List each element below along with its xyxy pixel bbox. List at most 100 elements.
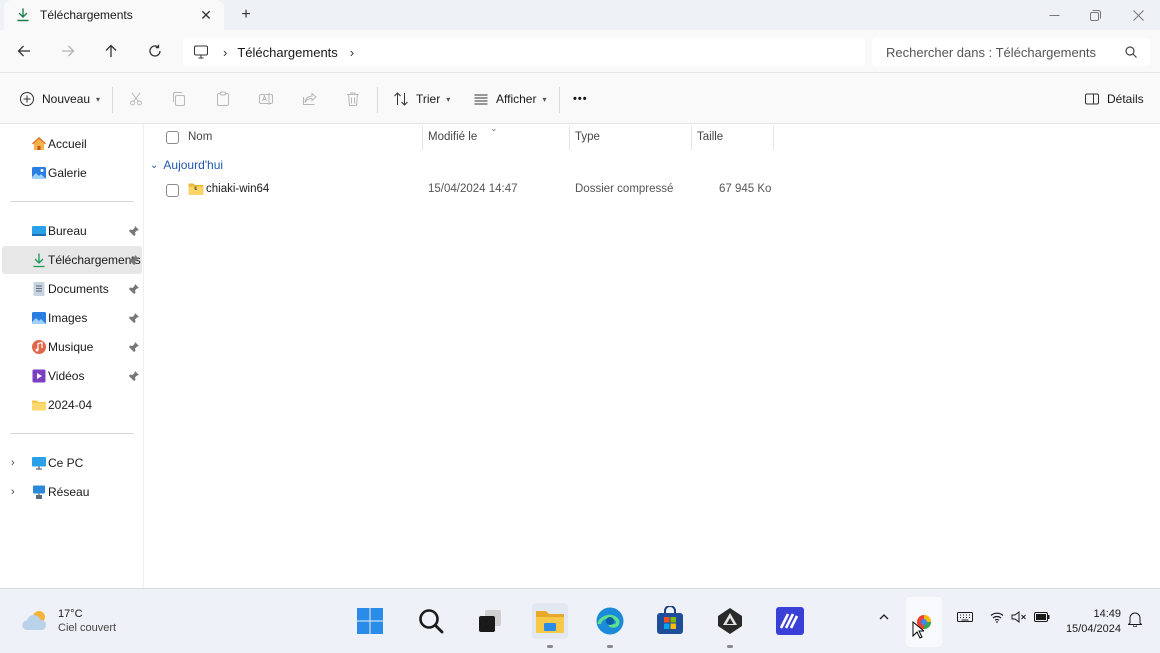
chevron-down-icon: ▾ bbox=[96, 94, 101, 104]
view-button[interactable]: Afficher ▾ bbox=[472, 85, 546, 113]
close-button[interactable] bbox=[1116, 0, 1160, 30]
share-button[interactable] bbox=[298, 87, 322, 111]
sort-button[interactable]: Trier ▾ bbox=[392, 85, 450, 113]
quick-settings-button[interactable] bbox=[990, 611, 1050, 623]
sidebar-item-videos[interactable]: Vidéos bbox=[2, 362, 142, 390]
column-header-type[interactable]: Type bbox=[575, 124, 600, 150]
refresh-icon bbox=[149, 44, 161, 57]
sidebar-item-label: Vidéos bbox=[48, 369, 85, 383]
column-divider[interactable] bbox=[691, 126, 692, 150]
taskbar-app-blue[interactable] bbox=[772, 603, 808, 639]
download-icon bbox=[16, 8, 30, 22]
pin-icon[interactable] bbox=[128, 254, 140, 266]
refresh-button[interactable] bbox=[141, 38, 169, 64]
group-header-today[interactable]: ⌄ Aujourd'hui bbox=[150, 156, 223, 174]
battery-icon bbox=[1034, 612, 1050, 622]
address-row: › Téléchargements › bbox=[0, 30, 1160, 72]
taskbar-file-explorer[interactable] bbox=[532, 603, 568, 639]
taskbar-search-button[interactable] bbox=[413, 603, 449, 639]
taskbar-app-dark[interactable] bbox=[712, 603, 748, 639]
pin-icon[interactable] bbox=[128, 225, 140, 237]
picture-icon bbox=[31, 310, 47, 326]
chevron-right-icon[interactable]: › bbox=[350, 45, 354, 60]
new-button[interactable]: Nouveau ▾ bbox=[18, 85, 100, 113]
row-checkbox[interactable] bbox=[166, 184, 179, 197]
select-all-checkbox-cell[interactable] bbox=[166, 124, 179, 150]
divider bbox=[559, 87, 560, 113]
clock[interactable]: 14:49 15/04/2024 bbox=[1063, 607, 1121, 637]
sidebar-item-desktop[interactable]: Bureau bbox=[2, 217, 142, 245]
sidebar-item-label: Ce PC bbox=[48, 456, 84, 470]
sidebar-item-network[interactable]: › Réseau bbox=[2, 478, 142, 506]
up-button[interactable] bbox=[97, 38, 125, 64]
music-icon bbox=[31, 339, 47, 355]
chevron-up-icon bbox=[878, 611, 890, 623]
pin-icon[interactable] bbox=[128, 341, 140, 353]
show-hidden-icons-button[interactable] bbox=[876, 611, 892, 623]
paste-button[interactable] bbox=[211, 87, 235, 111]
column-divider[interactable] bbox=[569, 126, 570, 150]
address-bar[interactable]: › Téléchargements › bbox=[183, 38, 865, 66]
column-header-size[interactable]: Taille bbox=[697, 124, 723, 150]
pin-icon[interactable] bbox=[128, 370, 140, 382]
column-divider[interactable] bbox=[773, 126, 774, 150]
tray-app-button[interactable] bbox=[906, 597, 942, 647]
breadcrumb[interactable]: Téléchargements bbox=[237, 45, 337, 60]
edge-icon bbox=[595, 606, 625, 636]
sidebar-item-downloads[interactable]: Téléchargements bbox=[2, 246, 142, 274]
column-divider[interactable] bbox=[422, 126, 423, 150]
more-options-button[interactable]: ••• bbox=[573, 85, 588, 113]
navigation-pane: Accueil Galerie Bureau Téléchargements D… bbox=[0, 124, 144, 588]
pin-icon[interactable] bbox=[128, 283, 140, 295]
chevron-right-icon[interactable]: › bbox=[11, 457, 15, 469]
search-input[interactable] bbox=[886, 44, 1116, 60]
home-icon bbox=[31, 136, 47, 152]
divider bbox=[10, 201, 134, 202]
details-pane-icon bbox=[1083, 90, 1101, 108]
new-label: Nouveau bbox=[42, 92, 91, 106]
search-box[interactable] bbox=[872, 38, 1150, 66]
rename-button[interactable] bbox=[254, 87, 278, 111]
back-button[interactable] bbox=[10, 38, 38, 64]
sidebar-item-gallery[interactable]: Galerie bbox=[2, 159, 142, 187]
sidebar-item-folder-2024-04[interactable]: 2024-04 bbox=[2, 391, 142, 419]
new-tab-button[interactable]: + bbox=[234, 4, 258, 26]
notifications-button[interactable] bbox=[1126, 611, 1144, 627]
delete-button[interactable] bbox=[341, 87, 365, 111]
file-row[interactable]: chiaki-win64 15/04/2024 14:47 Dossier co… bbox=[145, 178, 1160, 202]
restore-button[interactable] bbox=[1073, 0, 1117, 30]
details-button[interactable]: Détails bbox=[1083, 85, 1144, 113]
sidebar-item-home[interactable]: Accueil bbox=[2, 130, 142, 158]
sidebar-item-label: Réseau bbox=[48, 485, 90, 499]
column-header-modified[interactable]: Modifié le bbox=[428, 124, 477, 150]
running-indicator bbox=[547, 645, 553, 648]
tab-close-button[interactable]: ✕ bbox=[194, 3, 218, 27]
volume-muted-icon bbox=[1011, 611, 1027, 623]
sort-icon bbox=[392, 90, 410, 108]
sort-label: Trier bbox=[416, 92, 441, 106]
taskbar-edge[interactable] bbox=[592, 603, 628, 639]
sidebar-item-music[interactable]: Musique bbox=[2, 333, 142, 361]
sidebar-item-this-pc[interactable]: › Ce PC bbox=[2, 449, 142, 477]
chevron-right-icon[interactable]: › bbox=[223, 45, 227, 60]
copy-button[interactable] bbox=[167, 87, 191, 111]
select-all-checkbox[interactable] bbox=[166, 130, 179, 144]
sidebar-item-pictures[interactable]: Images bbox=[2, 304, 142, 332]
keyboard-layout-button[interactable] bbox=[956, 611, 974, 623]
tab-downloads[interactable]: Téléchargements ✕ bbox=[4, 0, 224, 30]
zip-folder-icon bbox=[188, 182, 204, 196]
pin-icon[interactable] bbox=[128, 312, 140, 324]
taskbar-store[interactable] bbox=[652, 603, 688, 639]
file-name[interactable]: chiaki-win64 bbox=[206, 183, 269, 195]
forward-button[interactable] bbox=[54, 38, 82, 64]
cut-button[interactable] bbox=[124, 87, 148, 111]
weather-widget[interactable]: 17°C Ciel couvert bbox=[20, 607, 116, 635]
sidebar-item-label: Accueil bbox=[48, 137, 87, 151]
column-header-name[interactable]: Nom bbox=[188, 124, 212, 150]
task-view-button[interactable] bbox=[472, 603, 508, 639]
start-button[interactable] bbox=[352, 603, 388, 639]
trash-icon bbox=[347, 92, 359, 106]
sidebar-item-documents[interactable]: Documents bbox=[2, 275, 142, 303]
minimize-button[interactable] bbox=[1032, 0, 1076, 30]
chevron-right-icon[interactable]: › bbox=[11, 486, 15, 498]
